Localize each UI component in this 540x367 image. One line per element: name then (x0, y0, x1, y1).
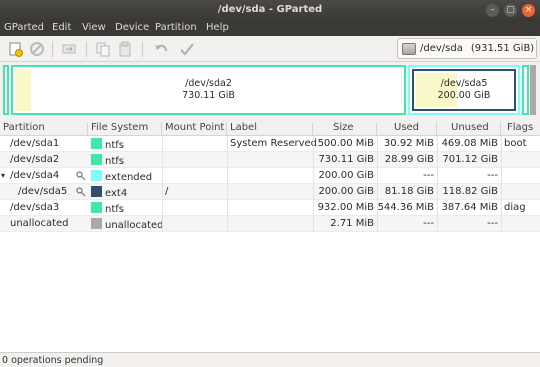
column-size[interactable]: Size (313, 122, 377, 135)
table-row[interactable]: /dev/sda3 ntfs 932.00 MiB 544.36 MiB 387… (0, 200, 540, 216)
cell-unused: 118.82 GiB (442, 186, 498, 197)
column-used[interactable]: Used (377, 122, 437, 135)
map-partition-sda2[interactable]: /dev/sda2 730.11 GiB (11, 65, 406, 115)
cell-used: 81.18 GiB (384, 186, 434, 197)
map-sda5-size: 200.00 GiB (437, 90, 491, 101)
partition-map: /dev/sda2 730.11 GiB /dev/sda5 200.00 Gi… (0, 62, 540, 118)
table-row[interactable]: unallocated unallocated 2.71 MiB --- --- (0, 216, 540, 232)
maximize-button[interactable]: ▢ (504, 4, 517, 17)
cell-filesystem: extended (91, 170, 152, 183)
cell-filesystem: ntfs (91, 154, 124, 167)
cell-label: System Reserved (230, 138, 318, 149)
cell-partition: /dev/sda3 (10, 202, 60, 213)
column-label[interactable]: Label (227, 122, 313, 135)
map-partition-sda3[interactable] (522, 65, 529, 115)
cell-used: 28.99 GiB (384, 154, 434, 165)
cell-mount-point: / (165, 186, 169, 197)
cell-used: --- (423, 218, 434, 229)
status-bar: 0 operations pending (0, 352, 540, 367)
cell-filesystem: ext4 (91, 186, 127, 199)
partition-table: /dev/sda1 ntfs System Reserved 500.00 Mi… (0, 136, 540, 352)
column-mount-point[interactable]: Mount Point (162, 122, 227, 135)
new-icon[interactable] (6, 40, 24, 58)
menu-help[interactable]: Help (206, 22, 229, 33)
cell-partition: /dev/sda1 (10, 138, 60, 149)
resize-move-icon[interactable] (60, 40, 78, 58)
paste-icon[interactable] (116, 40, 134, 58)
menu-device[interactable]: Device (115, 22, 149, 33)
key-icon (76, 187, 86, 200)
map-partition-sda4[interactable]: /dev/sda5 200.00 GiB (408, 65, 520, 115)
fs-color-swatch (91, 138, 102, 149)
cell-size: 200.00 GiB (318, 170, 374, 181)
cell-unused: --- (487, 170, 498, 181)
close-button[interactable]: × (522, 4, 535, 17)
table-row[interactable]: /dev/sda1 ntfs System Reserved 500.00 Mi… (0, 136, 540, 152)
column-unused[interactable]: Unused (437, 122, 501, 135)
cell-partition: /dev/sda4 (10, 170, 60, 181)
cell-size: 500.00 MiB (317, 138, 374, 149)
cell-flags: diag (504, 202, 526, 213)
device-selector[interactable]: /dev/sda (931.51 GiB) (397, 38, 537, 59)
key-icon (76, 171, 86, 184)
cell-used: --- (423, 170, 434, 181)
expander-arrow-icon[interactable]: ▾ (1, 171, 5, 180)
cell-size: 2.71 MiB (330, 218, 374, 229)
cell-unused: 469.08 MiB (441, 138, 498, 149)
device-size: (931.51 GiB) (470, 43, 535, 54)
map-unallocated[interactable] (530, 65, 536, 115)
column-partition[interactable]: Partition (0, 122, 88, 135)
fs-color-swatch (91, 154, 102, 165)
map-sda5-name: /dev/sda5 (440, 78, 488, 89)
column-file-system[interactable]: File System (88, 122, 162, 135)
cell-unused: --- (487, 218, 498, 229)
cell-filesystem: ntfs (91, 138, 124, 151)
cell-unused: 701.12 GiB (442, 154, 498, 165)
cell-used: 544.36 MiB (377, 202, 434, 213)
cell-filesystem: unallocated (91, 218, 164, 231)
map-sda2-name: /dev/sda2 (185, 78, 232, 89)
apply-icon[interactable] (178, 40, 196, 58)
undo-icon[interactable] (152, 40, 170, 58)
fs-color-swatch (91, 202, 102, 213)
table-row[interactable]: /dev/sda2 ntfs 730.11 GiB 28.99 GiB 701.… (0, 152, 540, 168)
cell-unused: 387.64 MiB (441, 202, 498, 213)
status-text: 0 operations pending (2, 355, 104, 366)
cell-size: 200.00 GiB (318, 186, 374, 197)
cell-size: 932.00 MiB (317, 202, 374, 213)
fs-color-swatch (91, 186, 102, 197)
fs-color-swatch (91, 218, 102, 229)
title-bar: /dev/sda - GParted – ▢ × (0, 0, 540, 20)
column-flags[interactable]: Flags (501, 122, 540, 135)
menu-gparted[interactable]: GParted (4, 22, 44, 33)
cell-size: 730.11 GiB (318, 154, 374, 165)
map-partition-sda5[interactable]: /dev/sda5 200.00 GiB (412, 69, 516, 111)
map-sda2-size: 730.11 GiB (182, 90, 235, 101)
cell-flags: boot (504, 138, 527, 149)
cell-used: 30.92 MiB (383, 138, 434, 149)
harddisk-icon (402, 42, 416, 55)
cell-filesystem: ntfs (91, 202, 124, 215)
cell-partition: unallocated (10, 218, 69, 229)
window-title: /dev/sda - GParted (217, 4, 323, 15)
menu-bar: GParted Edit View Device Partition Help (0, 20, 540, 36)
menu-partition[interactable]: Partition (155, 22, 197, 33)
device-name: /dev/sda (420, 43, 463, 54)
menu-view[interactable]: View (82, 22, 106, 33)
map-partition-sda1[interactable] (3, 65, 9, 115)
cell-partition: /dev/sda5 (18, 186, 68, 197)
delete-icon[interactable] (28, 40, 46, 58)
menu-edit[interactable]: Edit (52, 22, 71, 33)
fs-color-swatch (91, 170, 102, 181)
partition-table-header: Partition File System Mount Point Label … (0, 120, 540, 136)
cell-partition: /dev/sda2 (10, 154, 60, 165)
minimize-button[interactable]: – (486, 4, 499, 17)
copy-icon[interactable] (94, 40, 112, 58)
